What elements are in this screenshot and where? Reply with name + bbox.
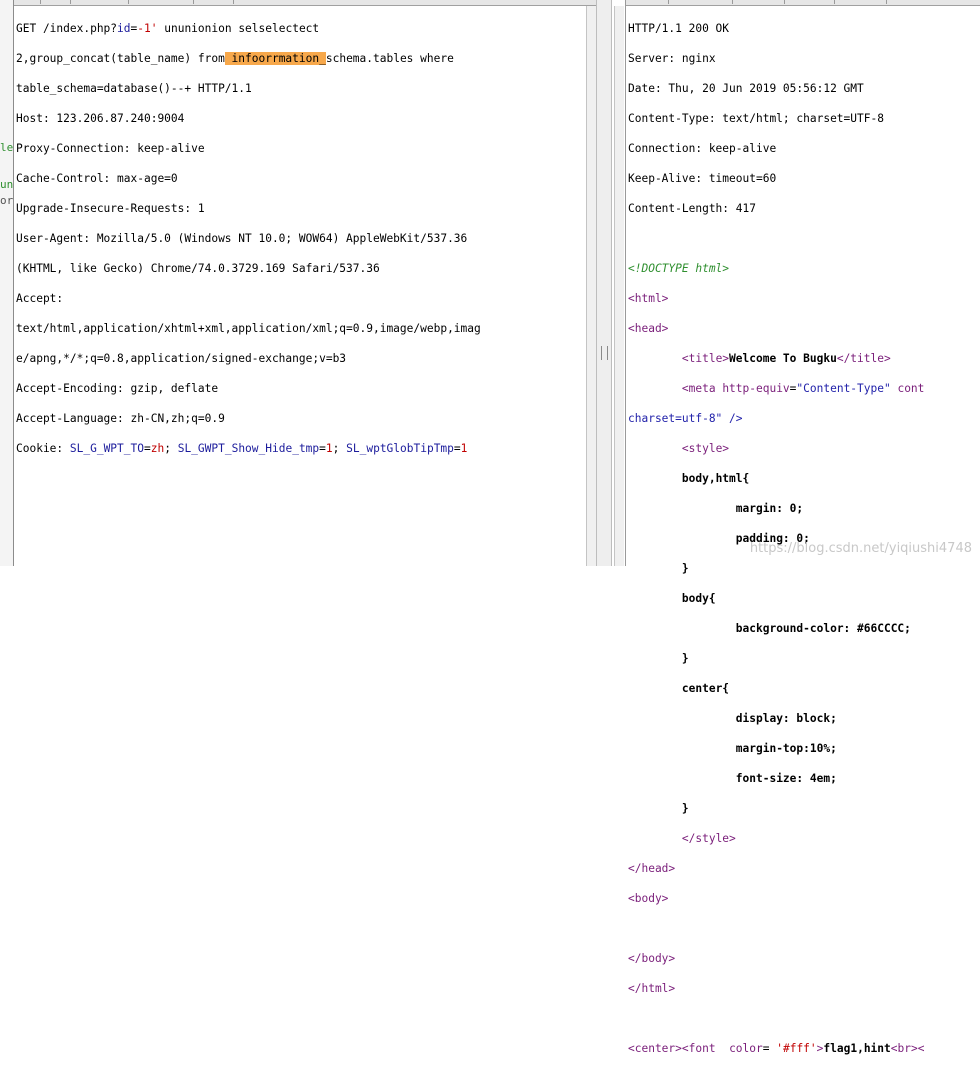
css-rule: margin: 0; — [735, 502, 804, 515]
header-accept-cont: e/apng,*/*;q=0.8,application/signed-exch… — [16, 352, 347, 365]
response-border — [625, 0, 626, 566]
pane-splitter[interactable] — [596, 0, 612, 566]
header-encoding: Accept-Encoding: gzip, deflate — [16, 382, 219, 395]
response-status: HTTP/1.1 200 OK — [628, 22, 730, 35]
request-tab[interactable] — [40, 0, 71, 4]
request-line: 2,group_concat(table_name) from infoorrm… — [16, 52, 454, 65]
watermark: https://blog.csdn.net/yiqiushi4748 — [749, 541, 972, 556]
response-header: Keep-Alive: timeout=60 — [628, 172, 777, 185]
css-selector: center{ — [681, 682, 730, 695]
response-header: Content-Type: text/html; charset=UTF-8 — [628, 112, 884, 125]
body-tag: <body> — [628, 892, 669, 905]
request-tab[interactable] — [193, 0, 234, 4]
request-tab[interactable] — [128, 0, 194, 4]
header-accept: Accept: — [16, 292, 64, 305]
response-tab[interactable] — [668, 0, 733, 4]
response-viewer[interactable]: HTTP/1.1 200 OK Server: nginx Date: Thu,… — [628, 6, 980, 1071]
response-header: Connection: keep-alive — [628, 142, 777, 155]
header-cookie: Cookie: SL_G_WPT_TO=zh; SL_GWPT_Show_Hid… — [16, 442, 468, 455]
css-rule: display: block; — [735, 712, 837, 725]
response-tab[interactable] — [784, 0, 835, 4]
response-tab[interactable] — [732, 0, 785, 4]
request-line: GET /index.php?id=-1' ununionion selsele… — [16, 22, 320, 35]
head-tag: <head> — [628, 322, 669, 335]
head-close-tag: </head> — [628, 862, 676, 875]
meta-line-cont: charset=utf-8" /> — [628, 412, 743, 425]
response-tab[interactable] — [834, 0, 887, 4]
header-ua-cont: (KHTML, like Gecko) Chrome/74.0.3729.169… — [16, 262, 380, 275]
response-header: Date: Thu, 20 Jun 2019 05:56:12 GMT — [628, 82, 864, 95]
request-editor[interactable]: GET /index.php?id=-1' ununionion selsele… — [16, 6, 586, 471]
gutter-text: or — [0, 194, 14, 207]
header-proxy: Proxy-Connection: keep-alive — [16, 142, 205, 155]
splitter-grip-icon[interactable] — [601, 346, 608, 360]
css-close: } — [681, 562, 689, 575]
css-rule: margin-top:10%; — [735, 742, 837, 755]
header-ua: User-Agent: Mozilla/5.0 (Windows NT 10.0… — [16, 232, 468, 245]
header-cache: Cache-Control: max-age=0 — [16, 172, 178, 185]
response-tab[interactable] — [626, 0, 669, 4]
response-header: Server: nginx — [628, 52, 716, 65]
css-rule: background-color: #66CCCC; — [735, 622, 911, 635]
header-upgrade: Upgrade-Insecure-Requests: 1 — [16, 202, 205, 215]
response-scrollbar[interactable] — [614, 6, 624, 566]
left-gutter: le un or — [0, 0, 14, 566]
css-close: } — [681, 652, 689, 665]
gutter-text: un — [0, 178, 14, 191]
header-language: Accept-Language: zh-CN,zh;q=0.9 — [16, 412, 225, 425]
css-close: } — [681, 802, 689, 815]
center-line: <center><font color= '#fff'>flag1,hint<b… — [628, 1042, 925, 1055]
css-selector: body,html{ — [681, 472, 750, 485]
css-selector: body{ — [681, 592, 716, 605]
header-host: Host: 123.206.87.240:9004 — [16, 112, 185, 125]
doctype-line: <!DOCTYPE html> — [628, 262, 730, 275]
html-tag: <html> — [628, 292, 669, 305]
html-close-tag: </html> — [628, 982, 676, 995]
title-line: <title>Welcome To Bugku</title> — [681, 352, 891, 365]
search-highlight: infoorrmation_ — [224, 52, 326, 65]
request-tab[interactable] — [70, 0, 129, 4]
body-close-tag: </body> — [628, 952, 676, 965]
css-rule: font-size: 4em; — [735, 772, 837, 785]
gutter-text: le — [0, 141, 14, 154]
style-open-line: <style> — [681, 442, 730, 455]
header-accept-cont: text/html,application/xhtml+xml,applicat… — [16, 322, 481, 335]
style-close-line: </style> — [681, 832, 736, 845]
response-header: Content-Length: 417 — [628, 202, 756, 215]
request-line: table_schema=database()--+ HTTP/1.1 — [16, 82, 252, 95]
meta-line: <meta http-equiv="Content-Type" cont — [681, 382, 925, 395]
